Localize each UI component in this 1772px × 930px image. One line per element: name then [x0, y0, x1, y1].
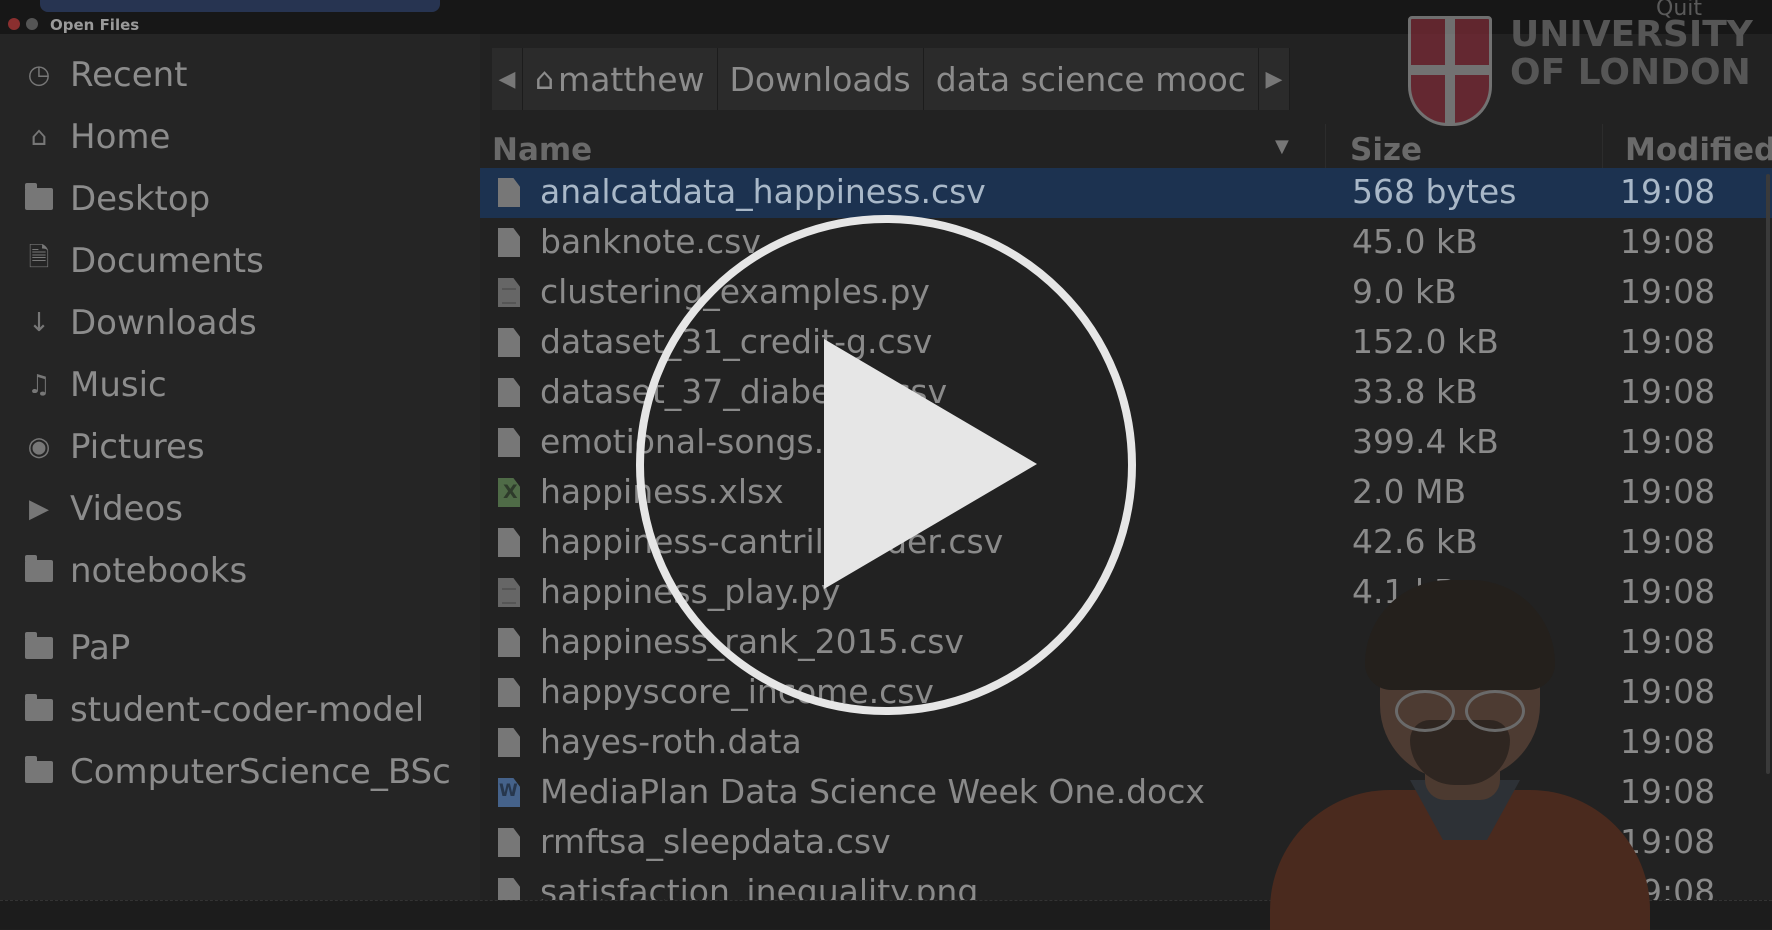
folder-icon: [22, 554, 56, 588]
file-icon: [498, 628, 520, 657]
sidebar-item-computerscience-bsc[interactable]: ComputerScience_BSc: [0, 743, 480, 801]
play-icon: [824, 339, 1037, 589]
sidebar-item-documents[interactable]: 🗎 Documents: [0, 232, 480, 290]
path-forward-button[interactable]: ▶: [1258, 48, 1290, 110]
file-icon: [498, 328, 520, 357]
document-icon: 🗎: [28, 243, 50, 273]
sidebar-item-label: ComputerScience_BSc: [70, 752, 451, 792]
coursera-logo: [40, 0, 440, 12]
sidebar-item-videos[interactable]: ▶ Videos: [0, 480, 480, 538]
sidebar-item-student-coder-model[interactable]: student-coder-model: [0, 681, 480, 739]
sidebar-item-desktop[interactable]: Desktop: [0, 170, 480, 228]
sidebar-item-label: Downloads: [70, 303, 257, 343]
sidebar-item-label: Home: [70, 117, 171, 157]
spreadsheet-file-icon: [498, 478, 520, 507]
folder-icon: [22, 631, 56, 665]
file-icon: [498, 378, 520, 407]
python-file-icon: [498, 278, 520, 307]
music-icon: ♫: [27, 370, 51, 400]
sidebar-item-pictures[interactable]: ◉ Pictures: [0, 418, 480, 476]
presenter-video: [1270, 580, 1650, 930]
file-icon: [498, 828, 520, 857]
breadcrumb-home[interactable]: ⌂ matthew: [523, 48, 718, 110]
sidebar-item-label: student-coder-model: [70, 690, 425, 730]
file-icon: [498, 528, 520, 557]
chevron-right-icon: ▶: [1265, 66, 1283, 92]
file-icon: [498, 178, 520, 207]
minimize-window-icon[interactable]: [26, 18, 38, 30]
breadcrumb-downloads[interactable]: Downloads: [717, 48, 924, 110]
presenter-glasses: [1395, 690, 1525, 732]
breadcrumb-data-science-mooc[interactable]: data science mooc: [923, 48, 1259, 110]
column-header-name[interactable]: Name: [492, 132, 592, 168]
folder-icon: [22, 755, 56, 789]
university-of-london-logo: UNIVERSITY OF LONDON: [1408, 16, 1753, 126]
python-file-icon: [498, 578, 520, 607]
file-icon: [498, 228, 520, 257]
places-sidebar: ◷ Recent ⌂ Home Desktop 🗎 Documents ↓ Do…: [0, 34, 480, 900]
sidebar-item-label: Documents: [70, 241, 264, 281]
university-crest-icon: [1408, 16, 1492, 126]
file-icon: [498, 728, 520, 757]
file-icon: [498, 428, 520, 457]
folder-icon: [22, 182, 56, 216]
clock-icon: ◷: [27, 60, 51, 90]
video-icon: ▶: [29, 494, 49, 524]
sidebar-item-label: notebooks: [70, 551, 248, 591]
logo-line-1: UNIVERSITY: [1510, 14, 1753, 55]
breadcrumb-label: matthew: [558, 59, 705, 99]
sidebar-item-notebooks[interactable]: notebooks: [0, 542, 480, 600]
sidebar-item-label: PaP: [70, 628, 131, 668]
presenter-hair: [1365, 580, 1555, 690]
sort-descending-icon: ▼: [1275, 136, 1289, 157]
download-icon: ↓: [28, 308, 50, 338]
home-icon: ⌂: [535, 61, 555, 97]
file-row[interactable]: analcatdata_happiness.csv 568 bytes 19:08: [480, 168, 1772, 218]
sidebar-item-recent[interactable]: ◷ Recent: [0, 46, 480, 104]
breadcrumb: ◀ ⌂ matthew Downloads data science mooc …: [492, 48, 1290, 110]
window-controls: [8, 18, 38, 30]
chevron-left-icon: ◀: [498, 66, 516, 92]
play-button[interactable]: [636, 215, 1136, 715]
close-window-icon[interactable]: [8, 18, 20, 30]
vertical-scrollbar[interactable]: [1766, 174, 1770, 774]
breadcrumb-label: data science mooc: [935, 59, 1246, 99]
word-file-icon: [498, 778, 520, 807]
sidebar-item-label: Music: [70, 365, 167, 405]
window-title: Open Files: [50, 16, 140, 34]
camera-icon: ◉: [27, 432, 51, 462]
home-icon: ⌂: [30, 122, 48, 152]
sidebar-item-label: Desktop: [70, 179, 211, 219]
sidebar-item-music[interactable]: ♫ Music: [0, 356, 480, 414]
logo-line-2: OF LONDON: [1510, 52, 1751, 93]
sidebar-item-label: Videos: [70, 489, 183, 529]
sidebar-item-downloads[interactable]: ↓ Downloads: [0, 294, 480, 352]
sidebar-item-label: Recent: [70, 55, 188, 95]
breadcrumb-label: Downloads: [729, 59, 911, 99]
path-back-button[interactable]: ◀: [492, 48, 523, 110]
folder-icon: [22, 693, 56, 727]
image-file-icon: [498, 878, 520, 900]
file-icon: [498, 678, 520, 707]
sidebar-item-label: Pictures: [70, 427, 205, 467]
sidebar-item-home[interactable]: ⌂ Home: [0, 108, 480, 166]
sidebar-item-pap[interactable]: PaP: [0, 619, 480, 677]
